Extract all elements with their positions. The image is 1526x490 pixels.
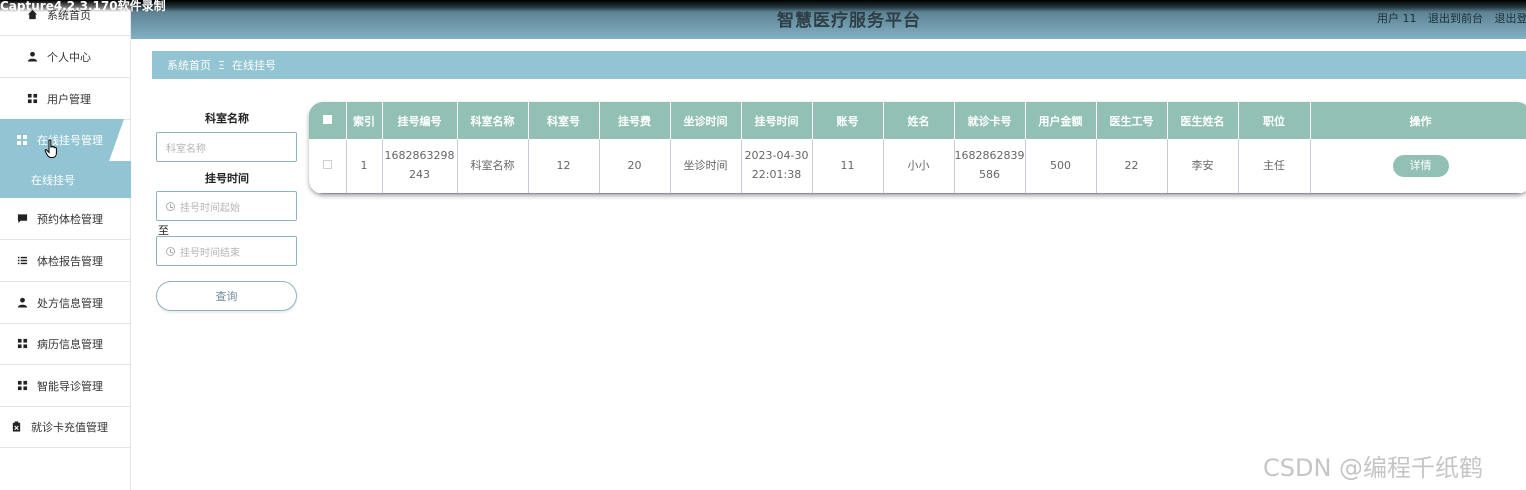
column-header: 医生姓名 — [1167, 102, 1239, 139]
cell-doctor-name: 李安 — [1167, 139, 1239, 194]
site-title: 智慧医疗服务平台 — [777, 11, 921, 31]
list-icon — [16, 255, 28, 267]
column-header: 索引 — [346, 102, 383, 139]
row-checkbox[interactable] — [309, 139, 347, 194]
sidebar-item-users[interactable]: 用户管理 — [0, 78, 131, 120]
person-icon — [26, 51, 38, 63]
user-label: 用户 11 — [1377, 12, 1417, 25]
column-header: 就诊卡号 — [954, 102, 1026, 139]
column-header: 操作 — [1310, 102, 1526, 139]
sidebar-item-label: 个人中心 — [47, 50, 91, 64]
column-header: 科室名称 — [457, 102, 529, 139]
column-header: 挂号时间 — [741, 102, 813, 139]
clock-icon — [166, 246, 175, 256]
cell-position: 主任 — [1238, 139, 1311, 194]
column-header: 挂号编号 — [382, 102, 458, 139]
clock-icon — [166, 201, 175, 211]
sidebar-item-label: 病历信息管理 — [37, 337, 103, 351]
breadcrumb: 系统首页 Ξ 在线挂号 — [152, 51, 1526, 79]
cell-action: 详情 — [1310, 139, 1526, 194]
cell-account: 11 — [812, 139, 884, 194]
sidebar-item-label: 预约体检管理 — [37, 212, 103, 226]
sidebar-item-label: 体检报告管理 — [37, 254, 103, 268]
reg-time-end-placeholder: 挂号时间结束 — [180, 247, 240, 259]
sidebar-item-checkup-booking[interactable]: 预约体检管理 — [0, 198, 131, 240]
query-button[interactable]: 查询 — [156, 281, 297, 311]
reg-time-label: 挂号时间 — [205, 172, 249, 185]
column-header: 挂号费 — [599, 102, 671, 139]
reg-time-end-input[interactable]: 挂号时间结束 — [156, 236, 297, 266]
watermark: CSDN @编程千纸鹤 — [1263, 454, 1484, 482]
cell-reg-no: 1682863298243 — [382, 139, 458, 194]
table-header-row: 索引 挂号编号 科室名称 科室号 挂号费 坐诊时间 挂号时间 账号 姓名 就诊卡… — [309, 102, 1526, 139]
grid-icon — [26, 93, 38, 105]
column-header: 姓名 — [883, 102, 955, 139]
column-header: 医生工号 — [1096, 102, 1168, 139]
table-row: 1 1682863298243 科室名称 12 20 坐诊时间 2023-04-… — [309, 139, 1526, 194]
sidebar-item-card-recharge[interactable]: 就诊卡充值管理 — [0, 406, 131, 448]
cell-index: 1 — [346, 139, 383, 194]
cell-amount: 500 — [1025, 139, 1097, 194]
sidebar-item-label: 用户管理 — [47, 92, 91, 106]
breadcrumb-separator: Ξ — [218, 58, 225, 72]
column-header: 账号 — [812, 102, 884, 139]
cell-name: 小小 — [883, 139, 955, 194]
reg-time-start-input[interactable]: 挂号时间起始 — [156, 191, 297, 221]
breadcrumb-current: 在线挂号 — [231, 59, 276, 72]
sidebar-item-label: 就诊卡充值管理 — [31, 420, 108, 434]
cell-clinic-time: 坐诊时间 — [670, 139, 742, 194]
back-to-front-link[interactable]: 退出到前台 — [1428, 12, 1483, 25]
column-header: 职位 — [1238, 102, 1311, 139]
registration-table: 索引 挂号编号 科室名称 科室号 挂号费 坐诊时间 挂号时间 账号 姓名 就诊卡… — [309, 102, 1526, 194]
cell-doctor-no: 22 — [1096, 139, 1168, 194]
person-icon — [16, 297, 28, 309]
dept-name-input[interactable]: 科室名称 — [156, 132, 297, 162]
submenu-online-registration[interactable]: 在线挂号 — [0, 161, 131, 198]
cell-card-no: 1682862839586 — [954, 139, 1026, 194]
column-header: 科室号 — [528, 102, 600, 139]
sidebar-item-medical-record[interactable]: 病历信息管理 — [0, 323, 131, 365]
cell-fee: 20 — [599, 139, 671, 194]
sidebar-item-checkup-report[interactable]: 体检报告管理 — [0, 240, 131, 282]
logout-link[interactable]: 退出登 — [1495, 12, 1526, 25]
column-header: 用户金额 — [1025, 102, 1097, 139]
grid-icon — [16, 380, 28, 392]
clipboard-icon — [10, 421, 22, 433]
hand-cursor-icon — [44, 139, 60, 162]
grid-icon — [16, 134, 28, 146]
dept-name-label: 科室名称 — [205, 112, 249, 125]
sidebar: 系统首页 个人中心 用户管理 在线挂号管理 在线挂号 预约体检管理 体检报告管理… — [0, 0, 131, 490]
detail-button[interactable]: 详情 — [1392, 155, 1449, 177]
sidebar-item-label: 处方信息管理 — [37, 296, 103, 310]
breadcrumb-home[interactable]: 系统首页 — [167, 57, 211, 73]
sidebar-item-profile[interactable]: 个人中心 — [0, 36, 131, 78]
user-links: 用户 11 退出到前台 退出登 — [1377, 10, 1526, 26]
cell-dept-no: 12 — [528, 139, 600, 194]
sidebar-item-online-registration[interactable]: 在线挂号管理 — [0, 119, 124, 161]
capture-title: Capture4.2.3.170软件录制 — [0, 0, 166, 13]
sidebar-item-smart-guide[interactable]: 智能导诊管理 — [0, 365, 131, 407]
sidebar-item-label: 智能导诊管理 — [37, 379, 103, 393]
sidebar-item-prescription[interactable]: 处方信息管理 — [0, 282, 131, 324]
grid-icon — [16, 338, 28, 350]
dept-name-placeholder: 科室名称 — [166, 143, 206, 155]
cell-reg-time: 2023-04-30 22:01:38 — [741, 139, 813, 194]
comment-icon — [16, 213, 28, 225]
select-all-checkbox[interactable] — [309, 102, 347, 139]
column-header: 坐诊时间 — [670, 102, 742, 139]
reg-time-start-placeholder: 挂号时间起始 — [180, 202, 240, 214]
cell-dept-name: 科室名称 — [457, 139, 529, 194]
